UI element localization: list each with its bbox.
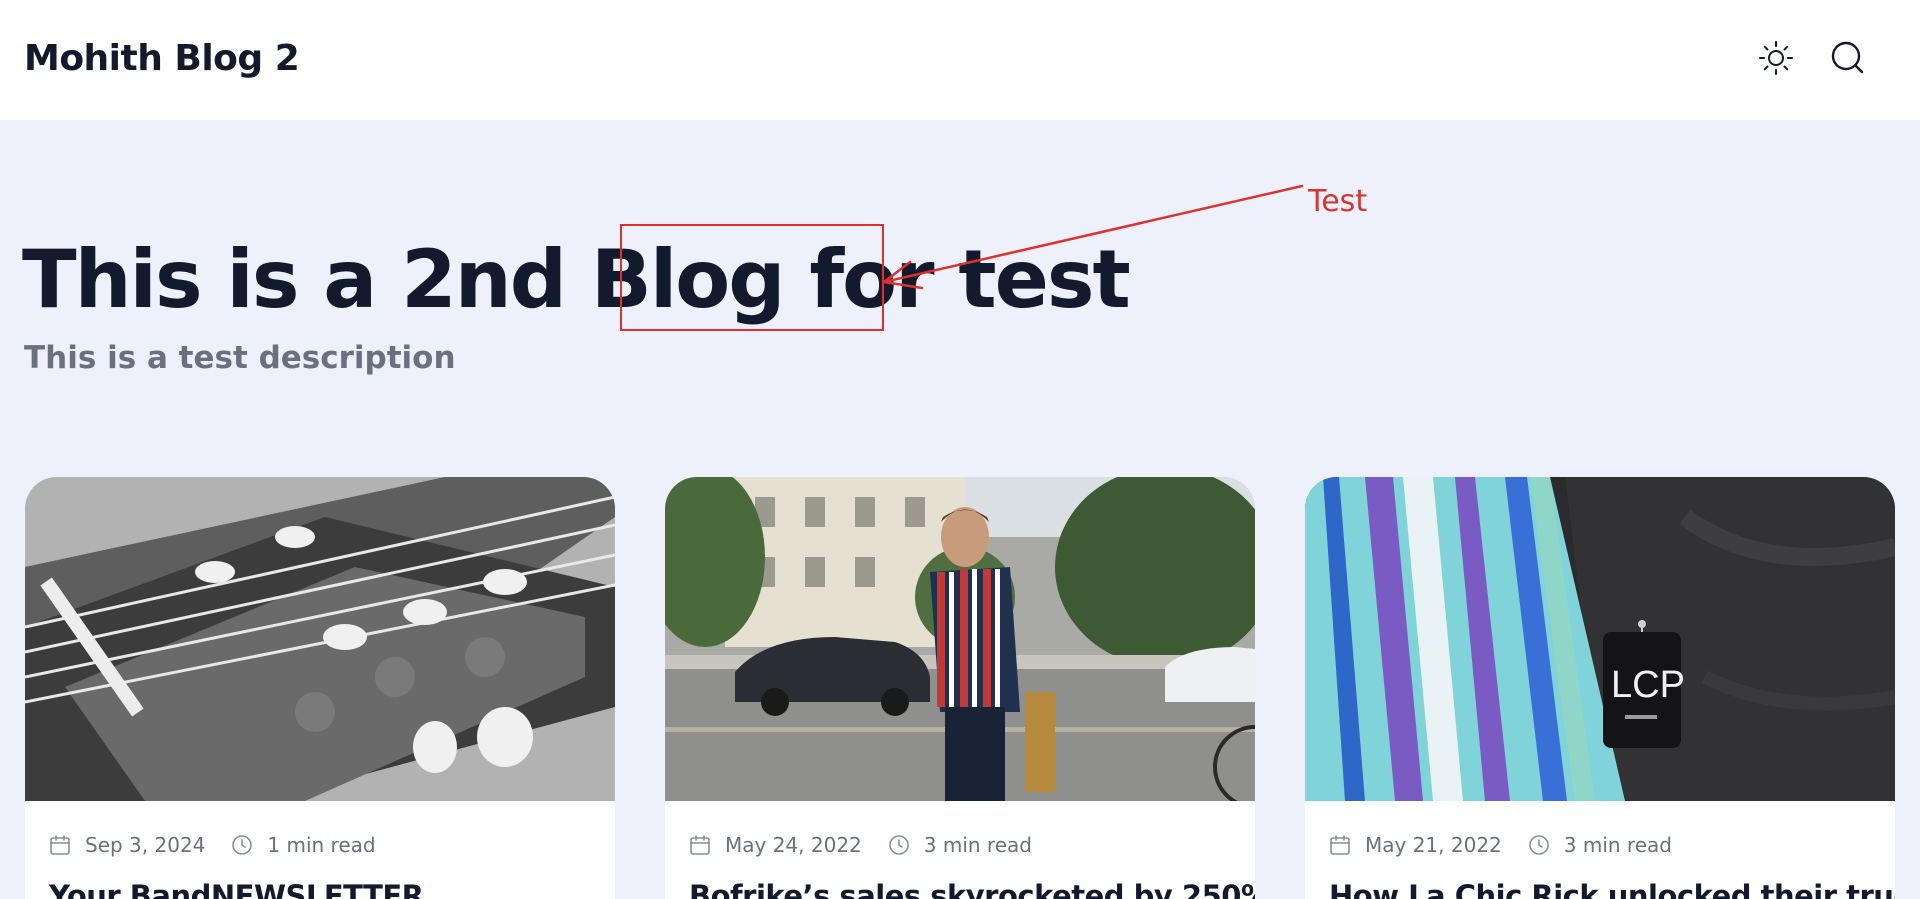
post-title[interactable]: Your BandNEWSLETTER — [49, 879, 424, 899]
calendar-icon — [689, 834, 711, 856]
calendar-icon — [49, 834, 71, 856]
post-image-fabric[interactable]: LCP — [1305, 477, 1895, 801]
post-image-guitar[interactable] — [25, 477, 615, 801]
clock-icon — [231, 834, 253, 856]
post-card[interactable]: May 24, 2022 3 min read Bofrike’s sales … — [665, 477, 1255, 899]
post-title[interactable]: Bofrike’s sales skyrocketed by 250% — [689, 879, 1255, 899]
annotation-label: Test — [1308, 184, 1368, 219]
post-image-street[interactable] — [665, 477, 1255, 801]
search-icon — [1829, 39, 1867, 81]
calendar-icon — [1329, 834, 1351, 856]
post-card[interactable]: Sep 3, 2024 1 min read Your BandNEWSLETT… — [25, 477, 615, 899]
post-meta: Sep 3, 2024 1 min read — [49, 833, 376, 857]
site-header: Mohith Blog 2 — [0, 0, 1920, 120]
theme-toggle-button[interactable] — [1756, 40, 1796, 80]
sun-icon — [1757, 39, 1795, 81]
clock-icon — [1528, 834, 1550, 856]
hero-title: This is a 2nd Blog for test — [22, 233, 1131, 326]
post-card[interactable]: LCP May 21, 2022 3 min read How La Chic … — [1305, 477, 1895, 899]
site-title[interactable]: Mohith Blog 2 — [24, 38, 300, 79]
post-date: May 24, 2022 — [725, 833, 862, 857]
clock-icon — [888, 834, 910, 856]
post-meta: May 24, 2022 3 min read — [689, 833, 1032, 857]
post-title[interactable]: How La Chic Rick unlocked their true — [1329, 879, 1895, 899]
hero-description: This is a test description — [24, 340, 456, 376]
annotation-highlight-box — [620, 224, 884, 331]
post-date: Sep 3, 2024 — [85, 833, 206, 857]
post-read-time: 1 min read — [267, 833, 376, 857]
post-read-time: 3 min read — [1563, 833, 1672, 857]
svg-text:LCP: LCP — [1611, 664, 1685, 706]
search-button[interactable] — [1828, 40, 1868, 80]
post-date: May 21, 2022 — [1365, 833, 1502, 857]
post-meta: May 21, 2022 3 min read — [1329, 833, 1672, 857]
post-read-time: 3 min read — [923, 833, 1032, 857]
